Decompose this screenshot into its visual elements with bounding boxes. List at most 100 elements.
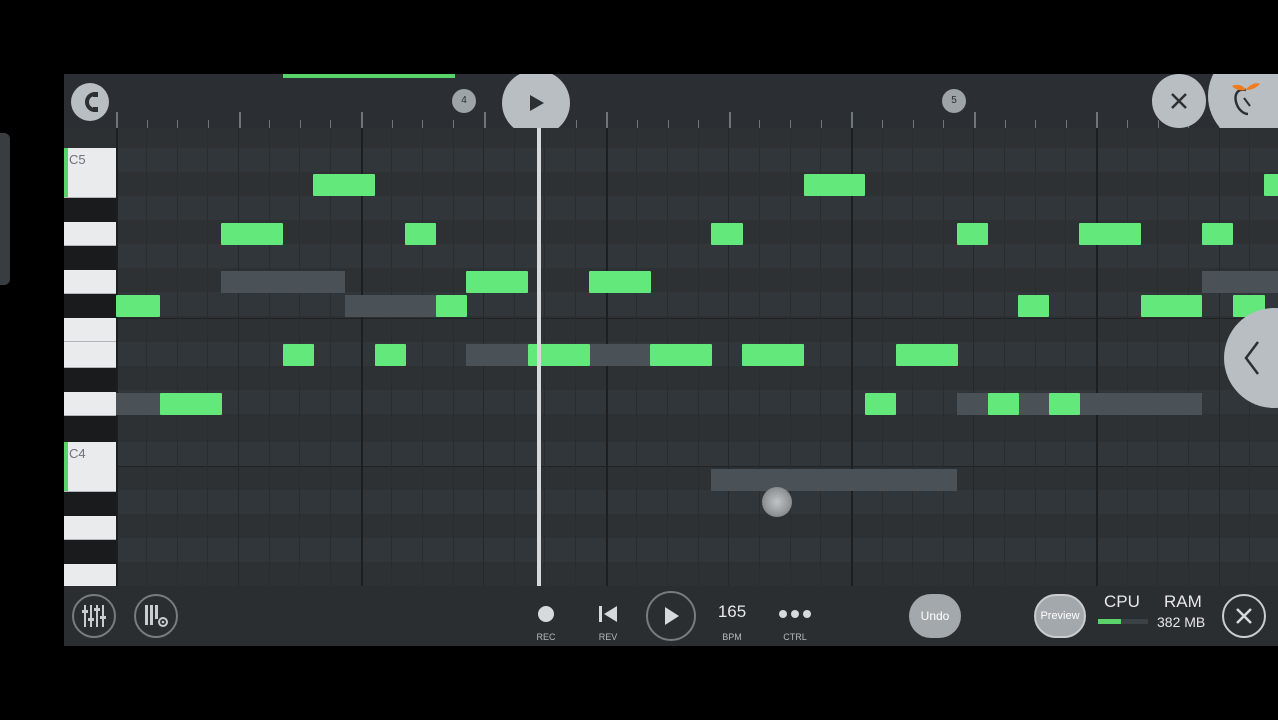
touch-indicator bbox=[762, 487, 792, 517]
grid-line bbox=[1157, 128, 1159, 586]
ruler-tick bbox=[728, 112, 731, 128]
play-icon bbox=[665, 607, 679, 625]
ghost-note bbox=[221, 271, 345, 293]
ruler-tick bbox=[1035, 120, 1037, 128]
midi-note[interactable] bbox=[957, 223, 988, 245]
ruler-tick bbox=[361, 112, 364, 128]
ram-label: RAM bbox=[1164, 592, 1202, 611]
midi-note[interactable] bbox=[1049, 393, 1080, 415]
ruler-tick bbox=[636, 120, 638, 128]
midi-note[interactable] bbox=[711, 223, 743, 245]
piano-keyboard[interactable]: C5 C4 bbox=[64, 148, 116, 586]
piano-key-d4[interactable] bbox=[64, 416, 116, 442]
midi-note[interactable] bbox=[804, 174, 865, 196]
piano-key-b4[interactable] bbox=[64, 198, 116, 222]
piano-key-f-sharp4[interactable] bbox=[64, 318, 116, 342]
play-button[interactable] bbox=[646, 591, 696, 641]
midi-note[interactable] bbox=[988, 393, 1019, 415]
piano-key-d-sharp4[interactable] bbox=[64, 392, 116, 416]
ghost-note bbox=[711, 469, 957, 491]
undo-button[interactable]: Undo bbox=[909, 594, 961, 638]
piano-key-a4[interactable] bbox=[64, 246, 116, 270]
midi-note[interactable] bbox=[896, 344, 958, 366]
grid-line bbox=[1187, 128, 1189, 586]
piano-key-g4[interactable] bbox=[64, 294, 116, 318]
close-icon bbox=[1171, 93, 1187, 109]
side-panel-handle[interactable] bbox=[0, 133, 10, 285]
piano-key-a3[interactable] bbox=[64, 540, 116, 564]
timeline-ruler[interactable]: 4 5 bbox=[64, 74, 1278, 144]
mixer-button[interactable] bbox=[72, 594, 116, 638]
midi-note[interactable] bbox=[313, 174, 375, 196]
grid-line bbox=[850, 128, 853, 586]
midi-note[interactable] bbox=[283, 344, 314, 366]
bpm-label: BPM bbox=[722, 632, 742, 642]
ruler-tick bbox=[453, 120, 455, 128]
piano-key-c4[interactable]: C4 bbox=[64, 442, 116, 492]
grid-line bbox=[1004, 128, 1006, 586]
bpm-value[interactable]: 165 bbox=[712, 602, 752, 622]
rewind-button[interactable] bbox=[588, 602, 628, 626]
midi-note[interactable] bbox=[116, 295, 160, 317]
midi-note[interactable] bbox=[221, 223, 283, 245]
magnet-icon[interactable] bbox=[71, 83, 109, 121]
ruler-tick bbox=[575, 120, 577, 128]
piano-key-g-sharp4[interactable] bbox=[64, 270, 116, 294]
midi-note[interactable] bbox=[742, 344, 804, 366]
transport-bar: REC REV 165 BPM CTRL Undo Preview CPU RA… bbox=[64, 586, 1278, 646]
piano-key-a-sharp3[interactable] bbox=[64, 516, 116, 540]
preview-button[interactable]: Preview bbox=[1034, 594, 1086, 638]
grid-line bbox=[820, 128, 822, 586]
midi-note[interactable] bbox=[589, 271, 651, 293]
midi-note[interactable] bbox=[436, 295, 467, 317]
midi-note[interactable] bbox=[1079, 223, 1141, 245]
rec-label: REC bbox=[536, 632, 556, 642]
ruler-tick bbox=[1157, 120, 1159, 128]
grid-line bbox=[1218, 128, 1220, 586]
midi-note[interactable] bbox=[375, 344, 406, 366]
grid-line bbox=[360, 128, 363, 586]
piano-key-e4[interactable] bbox=[64, 368, 116, 392]
ghost-note bbox=[1019, 393, 1051, 415]
ruler-tick bbox=[973, 112, 976, 128]
ghost-note bbox=[957, 393, 989, 415]
bar-marker-4[interactable]: 4 bbox=[452, 89, 476, 113]
play-icon bbox=[530, 95, 544, 111]
bar-marker-5[interactable]: 5 bbox=[942, 89, 966, 113]
midi-note[interactable] bbox=[160, 393, 222, 415]
midi-note[interactable] bbox=[1141, 295, 1202, 317]
grid-line bbox=[728, 128, 730, 586]
midi-note[interactable] bbox=[650, 344, 712, 366]
record-icon bbox=[538, 606, 554, 622]
piano-key-f4[interactable] bbox=[64, 342, 116, 368]
play-position-button[interactable] bbox=[502, 74, 570, 136]
note-grid[interactable] bbox=[116, 128, 1278, 586]
piano-roll-settings-button[interactable] bbox=[134, 594, 178, 638]
ruler-tick bbox=[238, 112, 241, 128]
close-button[interactable] bbox=[1222, 594, 1266, 638]
ruler-tick bbox=[269, 120, 271, 128]
piano-key-b3[interactable] bbox=[64, 492, 116, 516]
piano-key-g-sharp3[interactable] bbox=[64, 564, 116, 586]
piano-key-a-sharp4[interactable] bbox=[64, 222, 116, 246]
ruler-tick bbox=[422, 120, 424, 128]
ruler-tick bbox=[299, 120, 301, 128]
midi-note[interactable] bbox=[1018, 295, 1049, 317]
grid-line bbox=[116, 128, 118, 586]
rewind-icon bbox=[599, 606, 617, 622]
midi-note[interactable] bbox=[1264, 174, 1278, 196]
playhead[interactable] bbox=[537, 128, 541, 586]
ghost-note bbox=[116, 393, 160, 415]
midi-note[interactable] bbox=[405, 223, 436, 245]
midi-note[interactable] bbox=[466, 271, 528, 293]
key-accent bbox=[64, 442, 68, 491]
ctrl-button[interactable] bbox=[775, 602, 815, 626]
midi-note[interactable] bbox=[1202, 223, 1233, 245]
grid-line bbox=[1095, 128, 1098, 586]
piano-roll-app: 4 5 C5 C4 REC REV 165 BPM CTRL Undo Prev… bbox=[64, 74, 1278, 646]
close-piano-roll-button[interactable] bbox=[1152, 74, 1206, 128]
midi-note[interactable] bbox=[865, 393, 896, 415]
record-button[interactable] bbox=[526, 602, 566, 626]
ruler-tick bbox=[667, 120, 669, 128]
piano-key-c5[interactable]: C5 bbox=[64, 148, 116, 198]
